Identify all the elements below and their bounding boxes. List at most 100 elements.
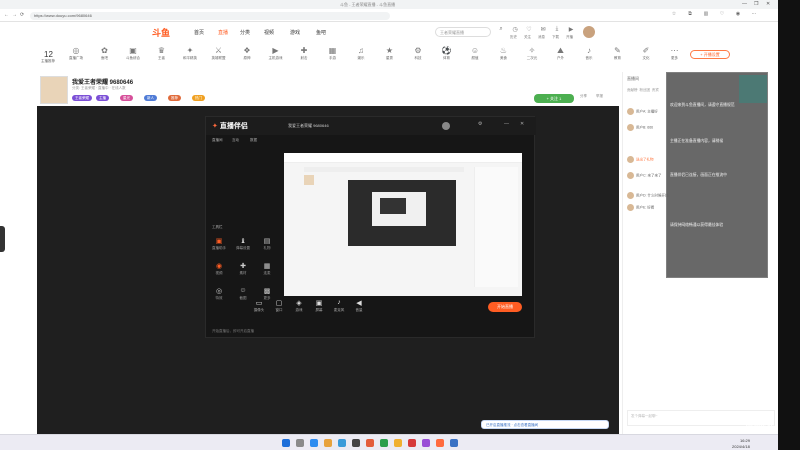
- profile-icon[interactable]: ◉: [734, 11, 742, 19]
- category-item[interactable]: ◎ 直播广场: [62, 46, 90, 61]
- effects-button[interactable]: ◎ 特效: [208, 287, 230, 301]
- clock-date[interactable]: 2024/4/18: [732, 444, 750, 449]
- category-item[interactable]: ✎ 教育: [604, 46, 632, 61]
- broadcast-settings-button[interactable]: + 开播设置: [690, 50, 730, 59]
- start-live-button[interactable]: 开始直播: [488, 302, 522, 312]
- back-icon[interactable]: ←: [4, 12, 9, 18]
- split-view-icon[interactable]: ▥: [702, 11, 710, 19]
- app-tab-interact[interactable]: 互动: [232, 138, 239, 143]
- category-item[interactable]: ✿ 鱼吧: [91, 46, 119, 61]
- side-handle[interactable]: [0, 226, 5, 252]
- category-item[interactable]: ⛰ 户外: [547, 46, 575, 61]
- user-avatar[interactable]: [583, 26, 595, 38]
- category-item[interactable]: ⚔ 英雄联盟: [205, 46, 233, 61]
- nav-yuba[interactable]: 鱼吧: [316, 29, 326, 36]
- terminal-icon[interactable]: [352, 439, 360, 447]
- room-tag[interactable]: 主播: [96, 95, 109, 101]
- camera-source[interactable]: ▭ 摄像头: [250, 299, 268, 313]
- nav-live[interactable]: 直播: [218, 29, 228, 36]
- favorites-icon[interactable]: ♡: [718, 11, 726, 19]
- explorer-icon[interactable]: [324, 439, 332, 447]
- chat-tab-fans[interactable]: 粉丝团: [639, 88, 650, 92]
- search-icon[interactable]: ⌕: [494, 26, 508, 33]
- search-input[interactable]: 王者荣耀直播: [435, 27, 491, 37]
- follow-icon[interactable]: ♡: [522, 26, 536, 33]
- link-mic-button[interactable]: ▦ 连麦: [256, 262, 278, 276]
- category-item[interactable]: ♛ 王者: [148, 46, 176, 61]
- category-item[interactable]: ⋯ 更多: [661, 46, 689, 61]
- category-item[interactable]: ⚽ 体育: [433, 46, 461, 61]
- danmu-settings-button[interactable]: ♝ 弹幕设置: [232, 237, 254, 251]
- category-item[interactable]: ▶ 主机游戏: [262, 46, 290, 61]
- window-source[interactable]: ▢ 窗口: [270, 299, 288, 313]
- history-icon[interactable]: ◷: [508, 26, 522, 33]
- room-tag[interactable]: 推荐: [168, 95, 181, 101]
- report-link[interactable]: 举报: [596, 94, 603, 99]
- room-tag[interactable]: 王者荣耀: [72, 95, 92, 101]
- app-icon[interactable]: [366, 439, 374, 447]
- site-logo[interactable]: 斗鱼: [152, 26, 170, 39]
- assistant-button[interactable]: ▣ 直播助手: [208, 237, 230, 251]
- clock-time[interactable]: 16:29: [740, 438, 750, 443]
- share-link[interactable]: 分享: [580, 94, 587, 99]
- app-icon[interactable]: [394, 439, 402, 447]
- start-icon[interactable]: [282, 439, 290, 447]
- app-minimize-icon[interactable]: —: [504, 121, 509, 127]
- category-item[interactable]: ✧ 二次元: [518, 46, 546, 61]
- video-button[interactable]: ◉ 视频: [208, 262, 230, 276]
- room-tag[interactable]: 新人: [144, 95, 157, 101]
- category-item[interactable]: ⚙ 科技: [404, 46, 432, 61]
- app-tab-data[interactable]: 数据: [250, 138, 257, 143]
- extensions-icon[interactable]: ⧉: [686, 11, 694, 19]
- chat-tab-contrib[interactable]: 贡献榜: [627, 88, 638, 92]
- bookmark-icon[interactable]: ☆: [670, 11, 678, 19]
- close-button[interactable]: ✕: [766, 1, 770, 7]
- message-icon[interactable]: ✉: [536, 26, 550, 33]
- app-icon[interactable]: [408, 439, 416, 447]
- category-item[interactable]: ♪ 音乐: [575, 46, 603, 61]
- game-source[interactable]: ◈ 游戏: [290, 299, 308, 313]
- screen-source[interactable]: ▣ 屏幕: [310, 299, 328, 313]
- app-icon[interactable]: [380, 439, 388, 447]
- douyu-app-icon[interactable]: [436, 439, 444, 447]
- nav-category[interactable]: 分类: [240, 29, 250, 36]
- category-item[interactable]: ✦ 和平精英: [176, 46, 204, 61]
- category-item[interactable]: ♨ 美食: [490, 46, 518, 61]
- forward-icon[interactable]: →: [12, 12, 17, 18]
- notification-overlay[interactable]: 欢迎来到斗鱼直播间，请遵守直播规范 主播正在准备直播内容，请稍候 直播伴侣已连接…: [666, 72, 768, 278]
- url-field[interactable]: https://www.douyu.com/9680646: [30, 12, 390, 20]
- download-icon[interactable]: ⤓: [550, 26, 564, 33]
- maximize-button[interactable]: ❐: [754, 1, 758, 7]
- minimize-button[interactable]: —: [742, 1, 747, 7]
- menu-icon[interactable]: ⋯: [750, 11, 758, 19]
- stream-preview[interactable]: [284, 153, 522, 296]
- broadcast-icon[interactable]: ▶: [564, 26, 578, 33]
- search-taskbar-icon[interactable]: [296, 439, 304, 447]
- category-item[interactable]: ▣ 斗鱼综合: [119, 46, 147, 61]
- material-button[interactable]: ✚ 素材: [232, 262, 254, 276]
- chat-tab-vip[interactable]: 贵宾: [652, 88, 659, 92]
- nav-games[interactable]: 游戏: [290, 29, 300, 36]
- edge-icon[interactable]: [310, 439, 318, 447]
- room-tag[interactable]: 星光: [120, 95, 133, 101]
- follow-button[interactable]: + 关注 1: [534, 94, 574, 103]
- category-item[interactable]: ♫ 娱乐: [347, 46, 375, 61]
- room-tag[interactable]: 热门: [192, 95, 205, 101]
- microphone-source[interactable]: ♪ 麦克风: [330, 299, 348, 313]
- category-item[interactable]: ▦ 手游: [319, 46, 347, 61]
- refresh-icon[interactable]: ⟳: [20, 12, 24, 18]
- category-item[interactable]: ☺ 颜值: [461, 46, 489, 61]
- gift-button[interactable]: ▤ 礼物: [256, 237, 278, 251]
- app-close-icon[interactable]: ✕: [520, 121, 524, 127]
- category-item[interactable]: ★ 星秀: [376, 46, 404, 61]
- video-player[interactable]: ✦ 直播伴侣 我爱王者荣耀 9680646 ⚙ — ✕ 直播间 互动 数据 工具…: [37, 106, 619, 434]
- streamer-avatar[interactable]: [40, 76, 68, 104]
- category-item[interactable]: ✐ 文化: [632, 46, 660, 61]
- volume-control[interactable]: ◀ 音量: [350, 299, 368, 313]
- app-icon[interactable]: [422, 439, 430, 447]
- category-item[interactable]: ❖ 原神: [233, 46, 261, 61]
- app-tab-room[interactable]: 直播间: [212, 138, 223, 143]
- store-icon[interactable]: [338, 439, 346, 447]
- category-item[interactable]: ✚ 射击: [290, 46, 318, 61]
- nav-home[interactable]: 首页: [194, 29, 204, 36]
